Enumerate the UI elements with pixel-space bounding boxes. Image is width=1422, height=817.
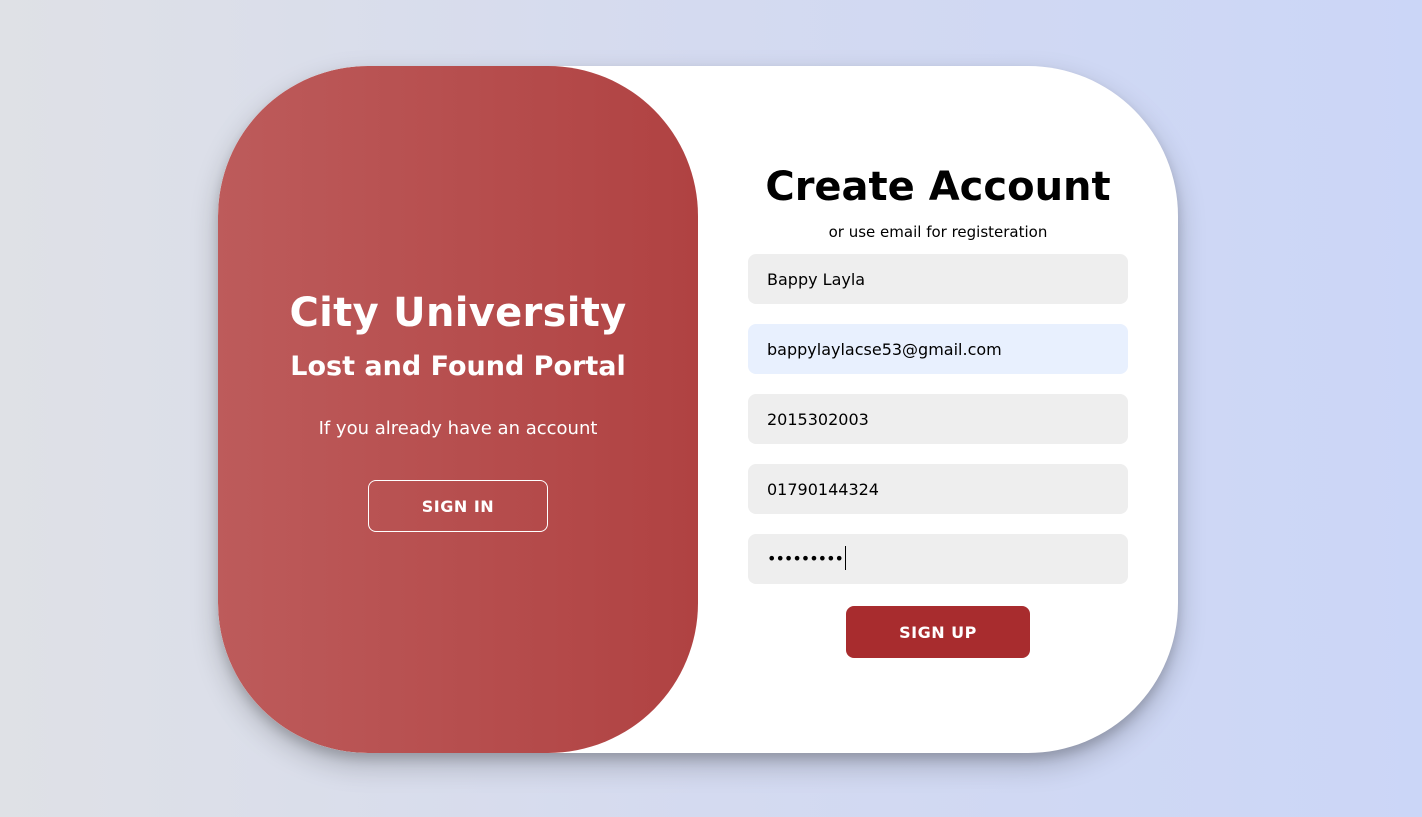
auth-card: City University Lost and Found Portal If… — [218, 66, 1178, 753]
password-mask: ••••••••• — [767, 549, 844, 568]
sign-in-button[interactable]: SIGN IN — [368, 480, 548, 532]
text-caret — [844, 546, 846, 570]
form-title: Create Account — [765, 164, 1111, 210]
sign-up-button[interactable]: SIGN UP — [846, 606, 1030, 658]
password-input[interactable]: ••••••••• — [748, 534, 1128, 584]
student-id-input[interactable] — [748, 394, 1128, 444]
form-subtitle: or use email for registeration — [828, 223, 1048, 241]
sign-up-form: Create Account or use email for register… — [698, 66, 1178, 753]
sign-in-prompt: If you already have an account — [318, 418, 598, 439]
name-input[interactable] — [748, 254, 1128, 304]
sign-in-panel: City University Lost and Found Portal If… — [218, 66, 698, 753]
portal-subtitle: Lost and Found Portal — [290, 351, 626, 382]
university-title: City University — [289, 290, 627, 336]
email-input[interactable] — [748, 324, 1128, 374]
phone-input[interactable] — [748, 464, 1128, 514]
